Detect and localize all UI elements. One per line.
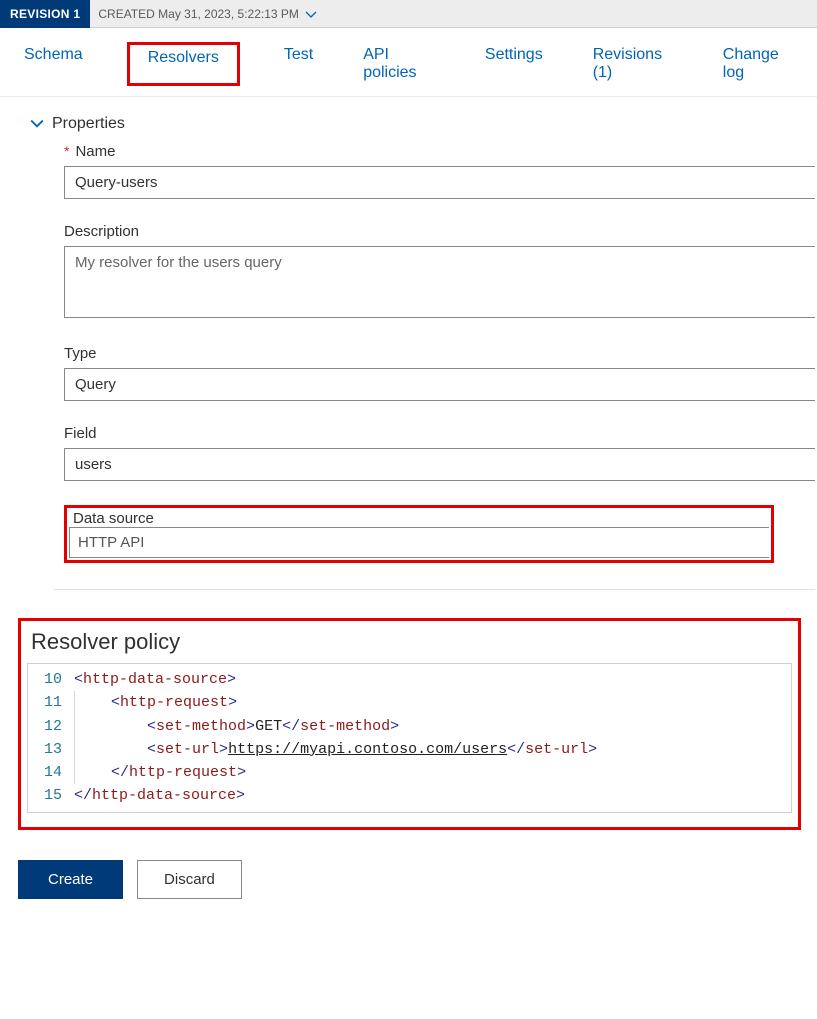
type-input[interactable]: [64, 368, 815, 401]
action-buttons: Create Discard: [0, 830, 817, 899]
field-input[interactable]: [64, 448, 815, 481]
description-input[interactable]: [64, 246, 815, 318]
tab-change-log[interactable]: Change log: [717, 42, 799, 86]
code-line-10: <http-data-source>: [74, 668, 236, 691]
code-line-14: </http-request>: [74, 761, 246, 784]
type-label: Type: [64, 345, 97, 362]
resolver-policy-section: Resolver policy 10 <http-data-source> 11…: [18, 618, 801, 830]
tab-api-policies[interactable]: API policies: [357, 42, 441, 86]
tab-resolvers[interactable]: Resolvers: [127, 42, 240, 86]
line-number: 13: [28, 738, 74, 761]
data-source-extra[interactable]: [189, 527, 769, 558]
data-source-input[interactable]: HTTP API: [69, 527, 189, 558]
description-block: Description: [30, 223, 815, 321]
resolver-code-editor[interactable]: 10 <http-data-source> 11 <http-request> …: [27, 663, 792, 813]
tab-settings[interactable]: Settings: [479, 42, 549, 86]
field-label: Field: [64, 425, 97, 442]
create-button[interactable]: Create: [18, 860, 123, 899]
line-number: 10: [28, 668, 74, 691]
data-source-label: Data source: [69, 510, 769, 527]
data-source-block: Data source HTTP API: [64, 505, 774, 563]
type-block: Type: [30, 345, 815, 401]
tab-schema[interactable]: Schema: [18, 42, 89, 86]
revision-badge: REVISION 1: [0, 0, 90, 28]
name-label: Name: [75, 143, 115, 160]
tab-bar: Schema Resolvers Test API policies Setti…: [0, 28, 817, 97]
properties-toggle[interactable]: Properties: [30, 115, 815, 133]
properties-title: Properties: [52, 115, 125, 133]
name-input[interactable]: [64, 166, 815, 199]
revision-created[interactable]: CREATED May 31, 2023, 5:22:13 PM: [90, 7, 315, 21]
code-line-11: <http-request>: [74, 691, 237, 714]
line-number: 11: [28, 691, 74, 714]
separator: [54, 589, 815, 590]
tab-test[interactable]: Test: [278, 42, 319, 86]
code-line-12: <set-method>GET</set-method>: [74, 715, 399, 738]
chevron-down-icon: [305, 9, 315, 19]
tab-revisions[interactable]: Revisions (1): [587, 42, 679, 86]
code-line-13: <set-url>https://myapi.contoso.com/users…: [74, 738, 597, 761]
name-block: * Name: [30, 143, 815, 199]
line-number: 15: [28, 784, 74, 807]
properties-panel: Properties * Name Description Type Field…: [0, 97, 817, 590]
revision-created-text: CREATED May 31, 2023, 5:22:13 PM: [98, 7, 299, 21]
chevron-down-icon: [30, 117, 44, 131]
line-number: 12: [28, 715, 74, 738]
discard-button[interactable]: Discard: [137, 860, 242, 899]
description-label: Description: [64, 223, 139, 240]
required-asterisk: *: [64, 143, 69, 159]
field-block: Field: [30, 425, 815, 481]
revision-header: REVISION 1 CREATED May 31, 2023, 5:22:13…: [0, 0, 817, 28]
code-line-15: </http-data-source>: [74, 784, 245, 807]
line-number: 14: [28, 761, 74, 784]
resolver-policy-title: Resolver policy: [31, 629, 792, 655]
